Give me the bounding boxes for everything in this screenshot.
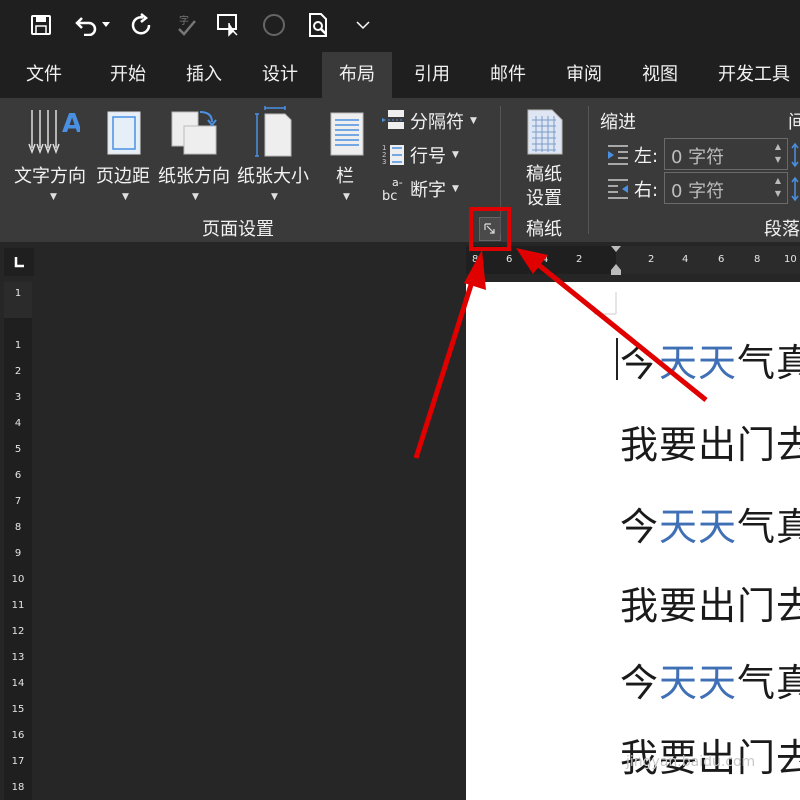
annotation-arrow-1 [413,265,480,459]
annotation-arrowhead-1 [464,250,486,290]
annotation-arrows [413,248,708,459]
watermark: jingyan.baidu.com [626,754,756,770]
annotation-arrow-2 [528,256,708,402]
